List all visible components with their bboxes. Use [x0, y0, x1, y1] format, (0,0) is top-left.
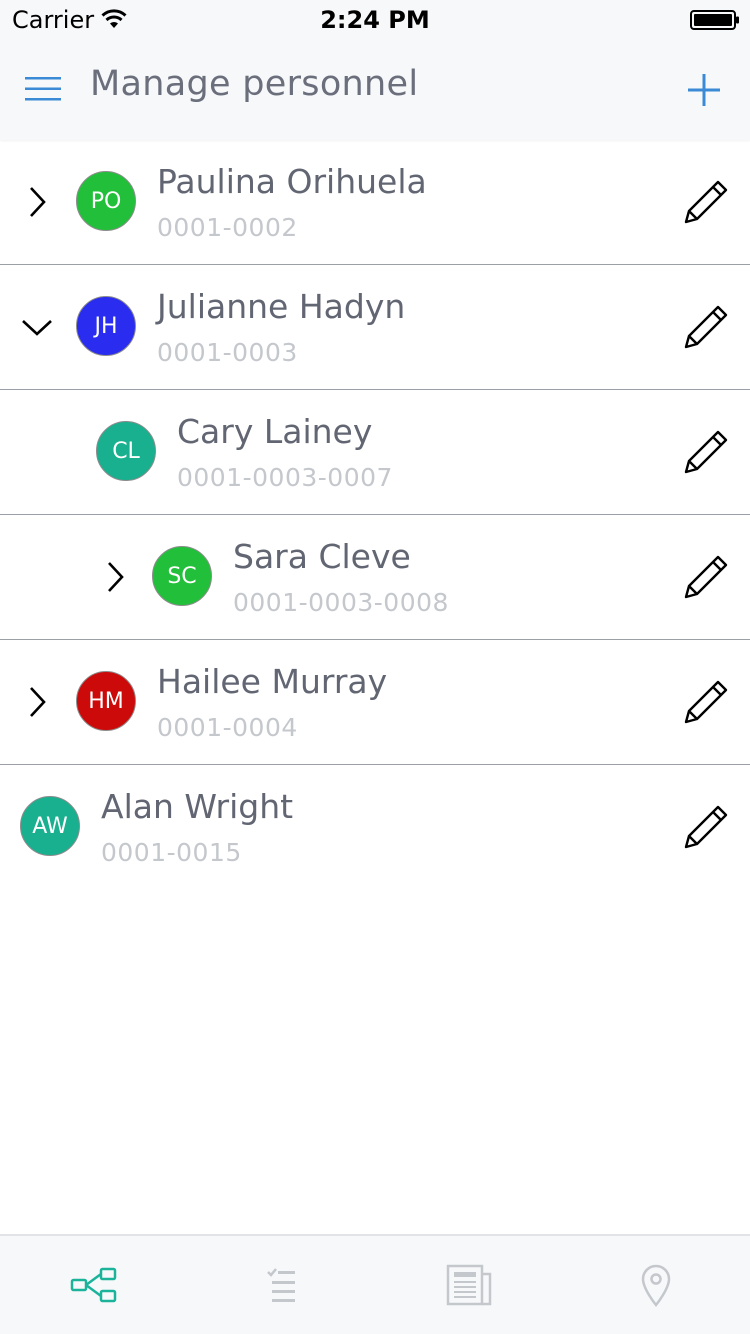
- personnel-row[interactable]: HM Hailee Murray 0001-0004: [0, 640, 750, 765]
- avatar: PO: [76, 171, 136, 231]
- page-title: Manage personnel: [90, 64, 419, 104]
- personnel-row[interactable]: PO Paulina Orihuela 0001-0002: [0, 140, 750, 265]
- chevron-down-icon[interactable]: [22, 312, 52, 342]
- edit-pencil-icon[interactable]: [682, 553, 730, 601]
- chevron-right-icon[interactable]: [22, 187, 52, 217]
- tab-documents[interactable]: [375, 1236, 563, 1334]
- personnel-name: Sara Cleve: [233, 537, 411, 576]
- personnel-row[interactable]: SC Sara Cleve 0001-0003-0008: [0, 515, 750, 640]
- hamburger-menu-icon[interactable]: [24, 74, 62, 104]
- location-pin-icon: [641, 1264, 671, 1307]
- edit-pencil-icon[interactable]: [682, 803, 730, 851]
- personnel-code: 0001-0003-0007: [177, 463, 393, 492]
- personnel-name: Cary Lainey: [177, 412, 373, 451]
- tab-location[interactable]: [563, 1236, 750, 1334]
- document-icon: [446, 1264, 491, 1306]
- status-bar: Carrier 2:24 PM: [0, 0, 750, 40]
- edit-pencil-icon[interactable]: [682, 678, 730, 726]
- add-personnel-button[interactable]: [686, 72, 722, 108]
- personnel-code: 0001-0015: [101, 838, 242, 867]
- personnel-name: Alan Wright: [101, 787, 294, 826]
- personnel-name: Paulina Orihuela: [157, 162, 427, 201]
- tab-hierarchy[interactable]: [0, 1236, 188, 1334]
- tab-bar: [0, 1234, 750, 1334]
- personnel-code: 0001-0003: [157, 338, 298, 367]
- personnel-code: 0001-0002: [157, 213, 298, 242]
- chevron-right-icon[interactable]: [100, 562, 130, 592]
- checklist-icon: [267, 1268, 296, 1302]
- avatar: CL: [96, 421, 156, 481]
- personnel-list: PO Paulina Orihuela 0001-0002 JH Julianne Ha…: [0, 140, 750, 890]
- avatar: AW: [20, 796, 80, 856]
- avatar: SC: [152, 546, 212, 606]
- personnel-row[interactable]: JH Julianne Hadyn 0001-0003: [0, 265, 750, 390]
- edit-pencil-icon[interactable]: [682, 303, 730, 351]
- avatar: JH: [76, 296, 136, 356]
- personnel-row[interactable]: CL Cary Lainey 0001-0003-0007: [0, 390, 750, 515]
- tab-checklist[interactable]: [188, 1236, 376, 1334]
- chevron-right-icon[interactable]: [22, 687, 52, 717]
- personnel-name: Hailee Murray: [157, 662, 388, 701]
- hierarchy-icon: [70, 1267, 116, 1303]
- battery-icon: [690, 10, 739, 30]
- edit-pencil-icon[interactable]: [682, 428, 730, 476]
- personnel-name: Julianne Hadyn: [157, 287, 406, 326]
- personnel-code: 0001-0003-0008: [233, 588, 449, 617]
- personnel-row[interactable]: AW Alan Wright 0001-0015: [0, 765, 750, 890]
- avatar: HM: [76, 671, 136, 731]
- personnel-code: 0001-0004: [157, 713, 298, 742]
- clock: 2:24 PM: [320, 6, 430, 34]
- edit-pencil-icon[interactable]: [682, 178, 730, 226]
- navigation-bar: Manage personnel: [0, 40, 750, 140]
